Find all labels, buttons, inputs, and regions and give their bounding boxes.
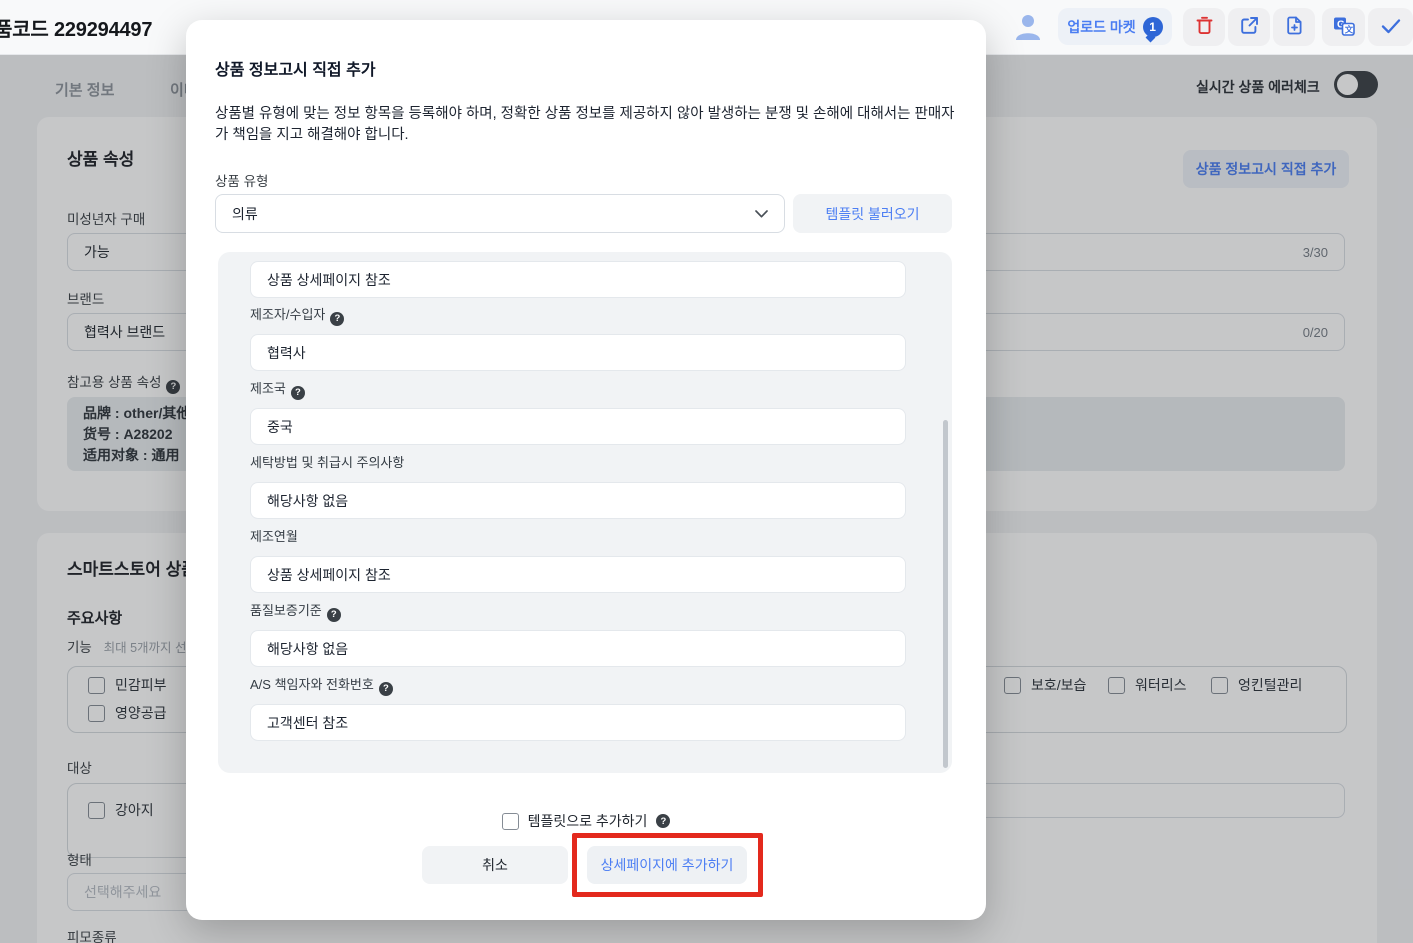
open-external-button[interactable] [1228,8,1270,46]
chevron-down-icon [755,209,768,218]
user-avatar-button[interactable] [1012,11,1044,43]
modal-title: 상품 정보고시 직접 추가 [215,62,376,79]
add-to-detail-page-button[interactable]: 상세페이지에 추가하기 [587,846,747,884]
product-type-label: 상품 유형 [215,174,269,189]
notice-field-label: 세탁방법 및 취급시 주의사항 [250,455,405,470]
scrollbar-thumb[interactable] [943,420,948,768]
cancel-button[interactable]: 취소 [422,846,568,884]
help-icon[interactable]: ? [330,311,345,326]
external-link-icon [1240,16,1259,38]
notice-fields-scroll-area[interactable]: 상품 상세페이지 참조 제조자/수입자? 협력사 제조국? 중국 세탁방법 및 … [218,252,952,773]
product-notice-modal: 상품 정보고시 직접 추가 상품별 유형에 맞는 정보 항목을 등록해야 하며,… [186,20,986,920]
product-code: 품코드 229294497 [0,19,153,41]
help-icon[interactable]: ? [656,814,671,828]
notice-field-label: 제조자/수입자? [250,304,345,326]
notice-field-input[interactable]: 상품 상세페이지 참조 [250,556,906,593]
add-as-template-row: 템플릿으로 추가하기 ? [186,811,986,831]
modal-description: 상품별 유형에 맞는 정보 항목을 등록해야 하며, 정확한 상품 정보를 제공… [215,106,955,144]
help-icon[interactable]: ? [290,385,305,400]
svg-text:文: 文 [1344,24,1353,34]
notice-field-input[interactable]: 해당사항 없음 [250,482,906,519]
notice-field-input[interactable]: 상품 상세페이지 참조 [250,261,906,298]
product-type-value: 의류 [232,205,258,222]
translate-icon: G 文 [1333,15,1355,40]
upload-market-label: 업로드 마켓 [1067,18,1136,35]
add-as-template-checkbox[interactable] [501,812,519,830]
upload-market-button[interactable]: 업로드 마켓 1 [1058,8,1172,45]
delete-button[interactable] [1183,8,1225,46]
notice-field-label: A/S 책임자와 전화번호? [250,674,393,696]
notice-field-input[interactable]: 고객센터 참조 [250,704,906,741]
add-as-template-label: 템플릿으로 추가하기 [527,813,648,829]
load-template-button[interactable]: 템플릿 불러오기 [793,194,952,233]
file-plus-icon [1285,16,1304,38]
notice-field-label: 품질보증기준? [250,600,341,622]
help-icon[interactable]: ? [378,681,393,696]
check-icon [1381,18,1401,37]
product-type-select[interactable]: 의류 [215,194,785,233]
notice-field-input[interactable]: 협력사 [250,334,906,371]
help-icon[interactable]: ? [326,607,341,622]
notice-field-label: 제조연월 [250,529,298,544]
notice-field-input[interactable]: 중국 [250,408,906,445]
confirm-button[interactable] [1368,8,1413,46]
translate-button[interactable]: G 文 [1322,8,1365,46]
notice-field-input[interactable]: 해당사항 없음 [250,630,906,667]
trash-icon [1195,16,1214,38]
upload-market-badge: 1 [1142,16,1163,37]
add-document-button[interactable] [1273,8,1315,46]
person-icon [1013,15,1043,44]
notice-field-label: 제조국? [250,378,305,400]
